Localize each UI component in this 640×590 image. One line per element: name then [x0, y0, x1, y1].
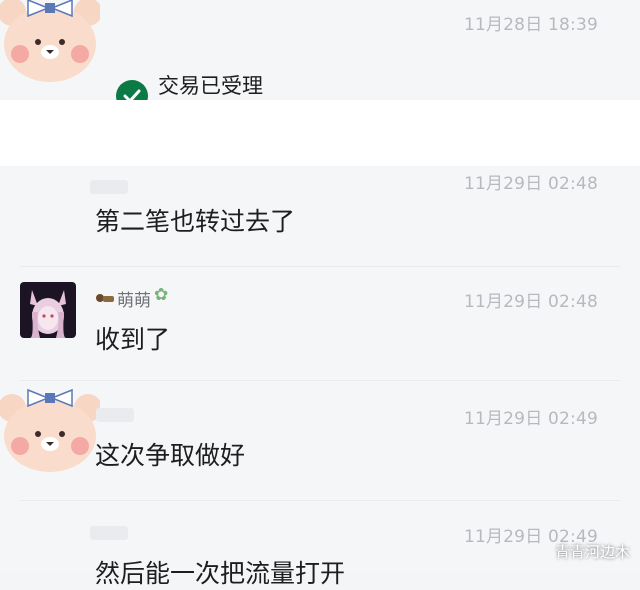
fairy-icon: ✿	[154, 285, 169, 305]
sender-name	[96, 408, 134, 422]
divider	[20, 266, 620, 267]
bear-avatar-icon[interactable]	[0, 0, 100, 82]
spacer	[0, 100, 640, 166]
timestamp: 11月28日 18:39	[463, 15, 598, 35]
sender-name	[90, 526, 128, 540]
sender-name	[90, 180, 128, 194]
sender-name: 萌萌	[117, 291, 151, 311]
message-text: 然后能一次把流量打开	[95, 559, 346, 588]
avatar-image[interactable]	[20, 282, 76, 338]
message-text: 第二笔也转过去了	[95, 207, 296, 236]
bear-avatar-icon[interactable]	[0, 384, 100, 474]
badge-icon	[96, 294, 114, 302]
transaction-status: 交易已受理	[158, 74, 263, 98]
message-text: 这次争取做好	[95, 441, 246, 470]
message-text: 收到了	[95, 325, 171, 354]
timestamp: 11月29日 02:49	[463, 409, 598, 429]
watermark: 青青河边木	[554, 543, 630, 561]
timestamp: 11月29日 02:48	[463, 174, 598, 194]
divider	[20, 500, 620, 501]
timestamp: 11月29日 02:48	[463, 292, 598, 312]
divider	[20, 380, 620, 381]
